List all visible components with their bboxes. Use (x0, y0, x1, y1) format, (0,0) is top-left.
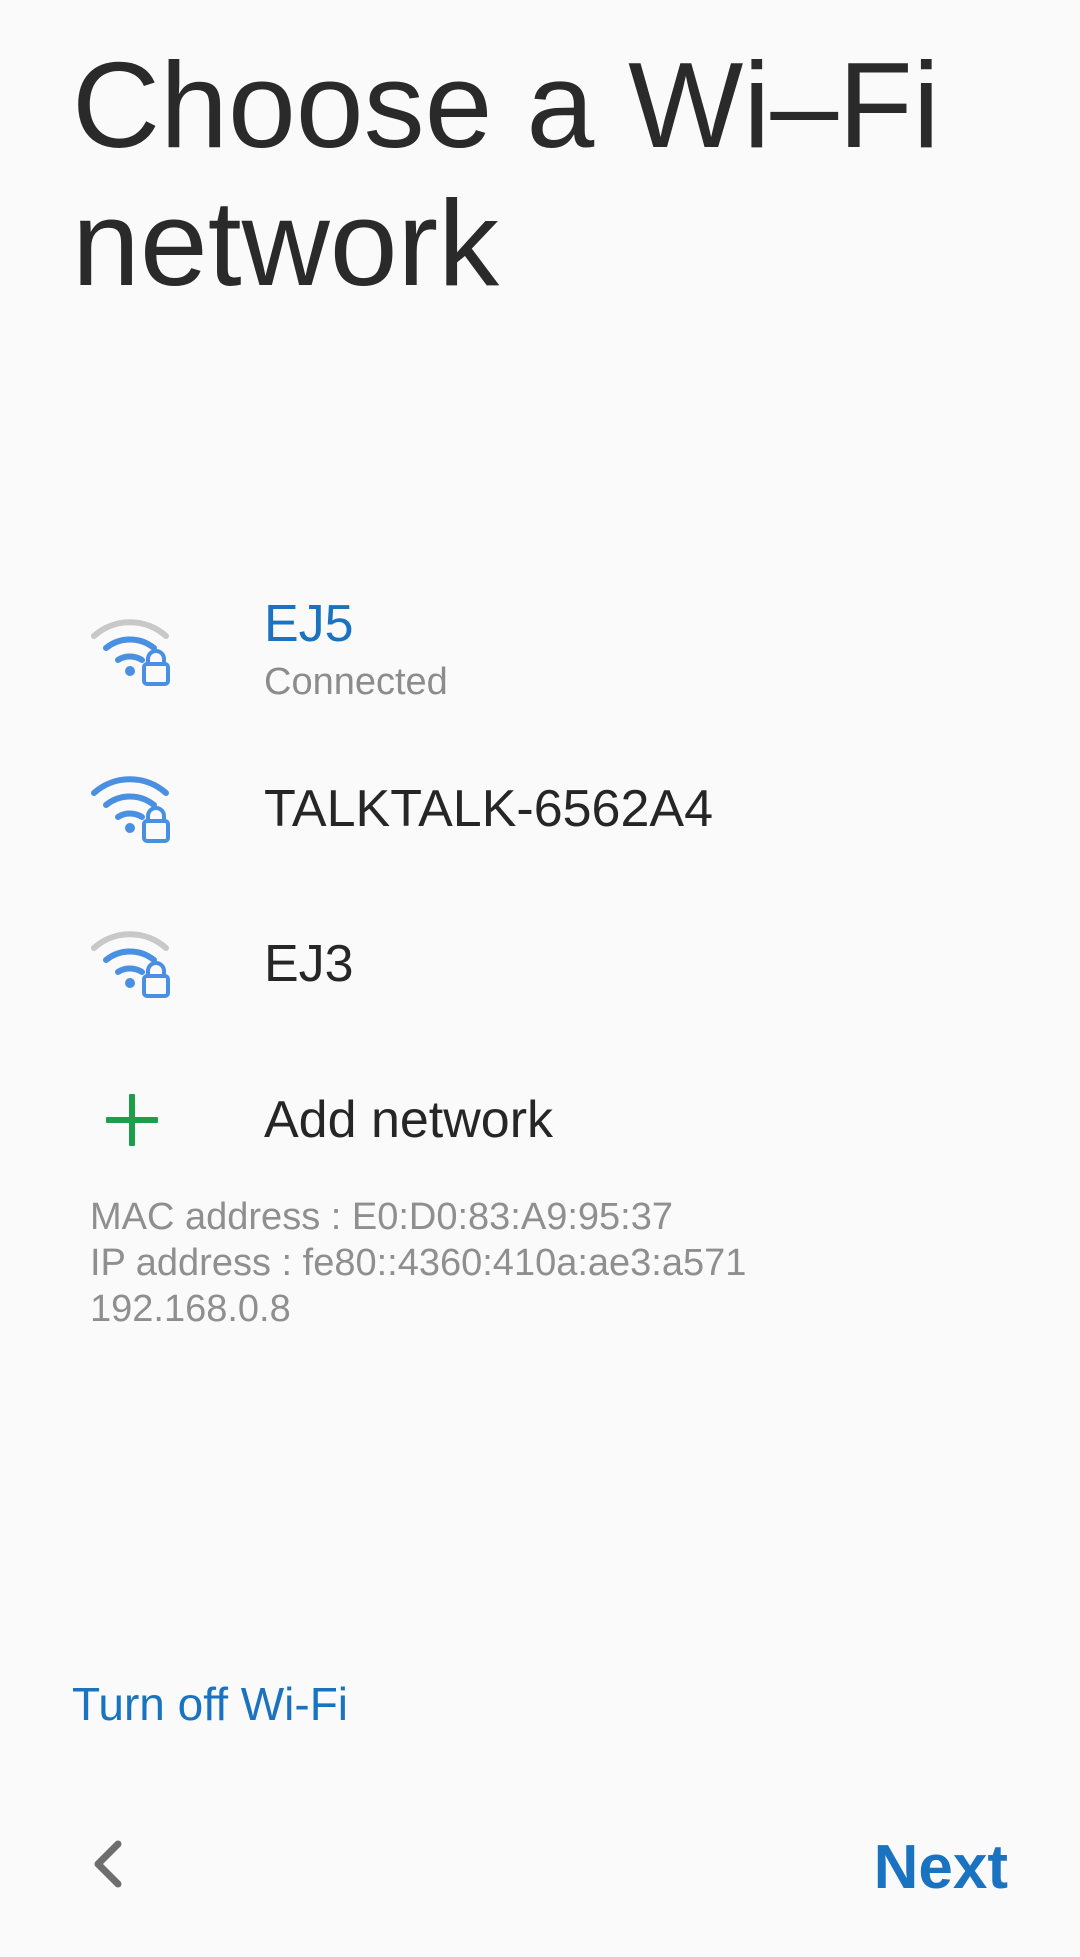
network-status: Connected (264, 661, 448, 703)
add-network-label: Add network (264, 1091, 554, 1149)
network-name: EJ5 (264, 595, 354, 653)
ipv4-address: 192.168.0.8 (90, 1288, 291, 1330)
mac-address: MAC address : E0:D0:83:A9:95:37 (90, 1196, 673, 1238)
wifi-lock-icon (91, 619, 170, 686)
ip-address: IP address : fe80::4360:410a:ae3:a571 (90, 1242, 747, 1284)
next-button[interactable]: Next (874, 1832, 1008, 1904)
wifi-setup-page: Choose a Wi–Fi network EJ5 Connected TAL… (0, 0, 1080, 1957)
device-info: MAC address : E0:D0:83:A9:95:37 IP addre… (90, 1194, 746, 1332)
wifi-lock-icon (91, 931, 170, 998)
plus-icon (106, 1094, 158, 1146)
network-item-talktalk[interactable]: TALKTALK-6562A4 (0, 745, 1080, 895)
network-item-ej3[interactable]: EJ3 (0, 900, 1080, 1050)
network-item-ej5[interactable]: EJ5 Connected (0, 580, 1080, 730)
turn-off-wifi-link[interactable]: Turn off Wi-Fi (72, 1676, 348, 1732)
add-network-button[interactable]: Add network (0, 1052, 1080, 1202)
network-name: EJ3 (264, 935, 354, 993)
network-name: TALKTALK-6562A4 (264, 780, 713, 838)
page-title: Choose a Wi–Fi network (72, 37, 940, 311)
chevron-left-icon[interactable] (80, 1834, 140, 1894)
wifi-lock-icon (91, 776, 170, 843)
